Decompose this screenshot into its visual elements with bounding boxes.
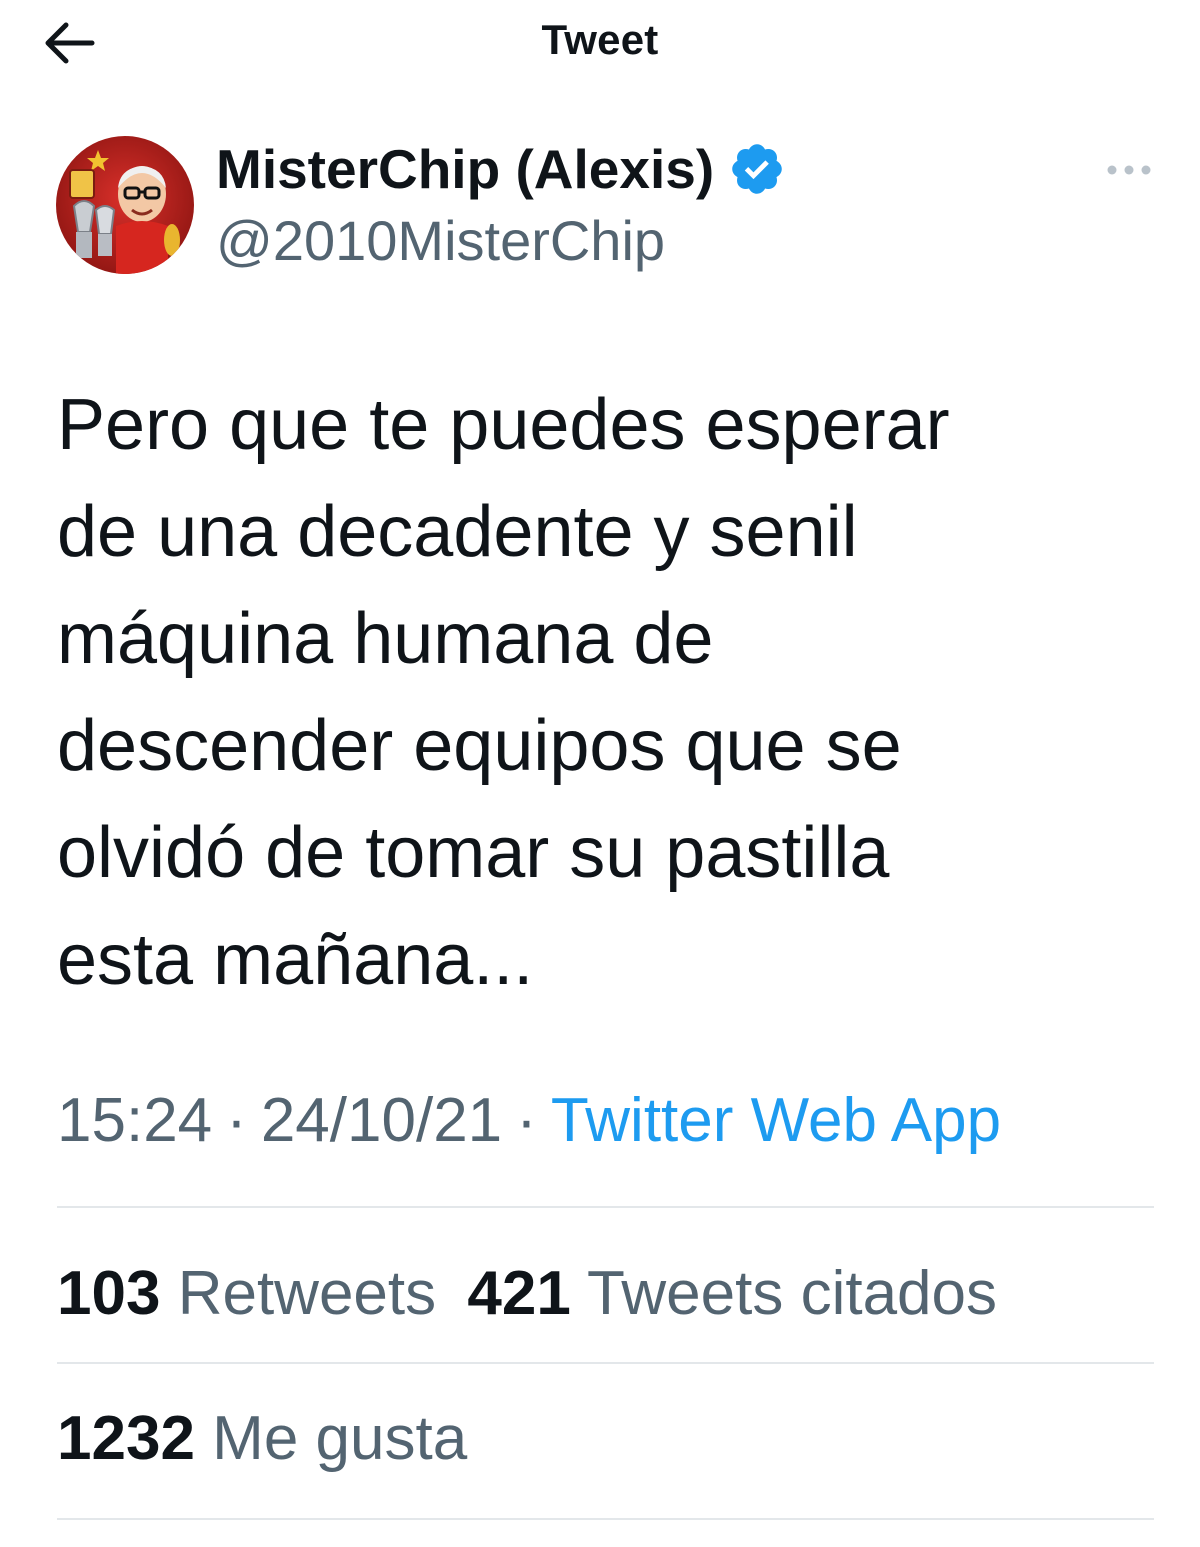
meta-separator: ·: [226, 1086, 247, 1155]
retweet-stats-row: 103 Retweets 421 Tweets citados: [57, 1258, 997, 1329]
meta-separator: ·: [516, 1086, 537, 1155]
divider: [57, 1518, 1154, 1520]
retweets-count: 103: [57, 1259, 161, 1328]
tweet-meta: 15:24 · 24/10/21 · Twitter Web App: [57, 1085, 1001, 1156]
likes-count: 1232: [57, 1404, 195, 1473]
quotes-label: Tweets citados: [586, 1259, 998, 1328]
author-handle[interactable]: @2010MisterChip: [216, 208, 786, 273]
tweet-author: MisterChip (Alexis) @2010MisterChip: [56, 136, 1156, 281]
divider: [57, 1362, 1154, 1364]
display-name-row: MisterChip (Alexis): [216, 136, 786, 202]
retweets-stat[interactable]: 103 Retweets: [57, 1259, 436, 1328]
page-title: Tweet: [541, 16, 659, 63]
quote-tweets-stat[interactable]: 421 Tweets citados: [467, 1259, 997, 1328]
more-options-button[interactable]: [1104, 160, 1154, 180]
likes-label: Me gusta: [212, 1404, 468, 1473]
tweet-time[interactable]: 15:24: [57, 1086, 212, 1155]
top-bar: Tweet: [0, 0, 1200, 90]
tweet-date[interactable]: 24/10/21: [261, 1086, 502, 1155]
author-names: MisterChip (Alexis) @2010MisterChip: [216, 136, 786, 273]
quotes-count: 421: [467, 1259, 571, 1328]
verified-badge-icon: [728, 140, 786, 198]
display-name[interactable]: MisterChip (Alexis): [216, 137, 714, 201]
tweet-text: Pero que te puedes esperar de una decade…: [57, 385, 950, 1000]
retweets-label: Retweets: [177, 1259, 437, 1328]
likes-stat[interactable]: 1232 Me gusta: [57, 1403, 467, 1474]
avatar[interactable]: [56, 136, 194, 274]
divider: [57, 1206, 1154, 1208]
avatar-image: [56, 136, 194, 274]
more-horizontal-icon: [1107, 165, 1151, 175]
tweet-source-link[interactable]: Twitter Web App: [551, 1086, 1001, 1155]
